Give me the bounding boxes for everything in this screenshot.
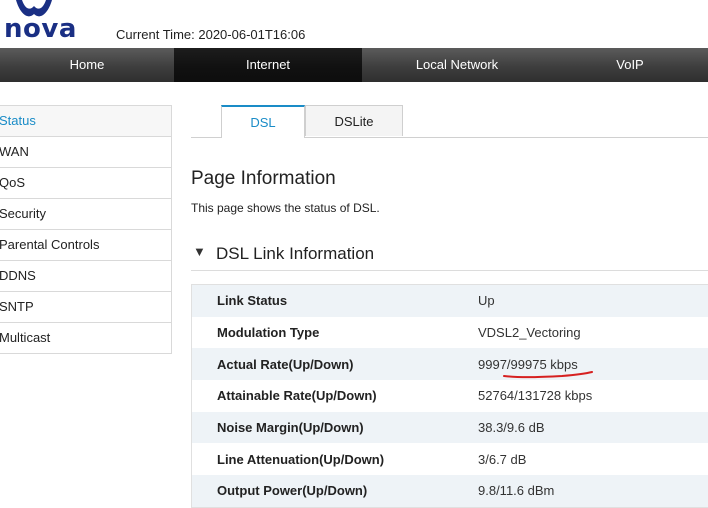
row-value: 3/6.7 dB <box>478 451 527 467</box>
row-value: 9997/99975 kbps <box>478 356 578 372</box>
section-header-dsl-link: ▼ DSL Link Information <box>191 236 708 271</box>
row-label: Noise Margin(Up/Down) <box>217 420 364 436</box>
header: nova Current Time: 2020-06-01T16:06 <box>0 0 708 48</box>
table-row: Actual Rate(Up/Down) 9997/99975 kbps <box>192 348 708 381</box>
sidebar-item-wan[interactable]: WAN <box>0 137 172 168</box>
page-title: Page Information <box>191 168 336 189</box>
tab-dsl[interactable]: DSL <box>221 105 305 138</box>
row-label: Line Attenuation(Up/Down) <box>217 451 385 467</box>
row-value-cell: 9997/99975 kbps <box>478 356 593 378</box>
main-nav: Home Internet Local Network VoIP <box>0 48 708 82</box>
tab-bar: DSL DSLite <box>191 105 708 138</box>
row-value: 52764/131728 kbps <box>478 388 593 404</box>
nav-home[interactable]: Home <box>0 48 174 82</box>
row-label: Link Status <box>217 293 288 309</box>
sidebar-item-status[interactable]: Status <box>0 105 172 137</box>
table-row: Line Attenuation(Up/Down) 3/6.7 dB <box>192 443 708 476</box>
logo-text: nova <box>4 14 77 44</box>
row-value: VDSL2_Vectoring <box>478 325 581 341</box>
sidebar-item-ddns[interactable]: DDNS <box>0 261 172 292</box>
row-label: Modulation Type <box>217 325 320 341</box>
row-label: Actual Rate(Up/Down) <box>217 356 354 372</box>
page-description: This page shows the status of DSL. <box>191 201 380 215</box>
row-value: Up <box>478 293 495 309</box>
row-label: Attainable Rate(Up/Down) <box>217 388 377 404</box>
section-title: DSL Link Information <box>216 244 375 263</box>
table-row: Modulation Type VDSL2_Vectoring <box>192 316 708 349</box>
sidebar-item-multicast[interactable]: Multicast <box>0 323 172 354</box>
table-row: Noise Margin(Up/Down) 38.3/9.6 dB <box>192 411 708 444</box>
sidebar-item-parental-controls[interactable]: Parental Controls <box>0 230 172 261</box>
sidebar-item-security[interactable]: Security <box>0 199 172 230</box>
tab-dslite[interactable]: DSLite <box>305 105 403 136</box>
row-label: Output Power(Up/Down) <box>217 483 368 499</box>
row-value: 9.8/11.6 dBm <box>478 483 555 499</box>
row-value: 38.3/9.6 dB <box>478 420 545 436</box>
dsl-info-table: Link Status Up Modulation Type VDSL2_Vec… <box>191 284 708 508</box>
sidebar-item-sntp[interactable]: SNTP <box>0 292 172 323</box>
table-row: Attainable Rate(Up/Down) 52764/131728 kb… <box>192 380 708 412</box>
sidebar-item-qos[interactable]: QoS <box>0 168 172 199</box>
nav-local-network[interactable]: Local Network <box>362 48 552 82</box>
nav-voip[interactable]: VoIP <box>552 48 708 82</box>
current-time: Current Time: 2020-06-01T16:06 <box>116 27 306 42</box>
annotation-underline <box>503 370 593 378</box>
nova-logo[interactable]: nova <box>4 0 76 44</box>
table-row: Link Status Up <box>192 285 708 317</box>
triangle-down-icon[interactable]: ▼ <box>193 244 206 259</box>
sidebar: Status WAN QoS Security Parental Control… <box>0 105 172 354</box>
nav-internet[interactable]: Internet <box>174 48 362 82</box>
table-row: Output Power(Up/Down) 9.8/11.6 dBm <box>192 475 708 507</box>
